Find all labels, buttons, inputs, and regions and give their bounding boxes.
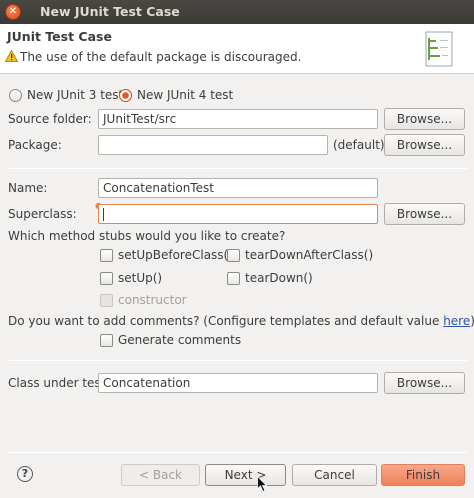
package-label: Package:	[8, 138, 62, 152]
package-browse-button[interactable]: Browse...	[384, 134, 465, 156]
junit3-label: New JUnit 3 test	[27, 88, 124, 102]
name-field[interactable]: ConcatenationTest	[98, 178, 378, 198]
wizard-banner: JUnit Test Case The use of the default p…	[0, 24, 474, 74]
mouse-pointer-icon	[257, 476, 267, 492]
junit4-label: New JUnit 4 test	[137, 88, 234, 102]
superclass-label: Superclass:	[8, 207, 77, 221]
stubs-question: Which method stubs would you like to cre…	[8, 229, 286, 243]
text-caret	[103, 208, 104, 221]
class-under-test-label: Class under test:	[8, 376, 110, 390]
generate-comments-label: Generate comments	[118, 333, 242, 347]
comments-question-text: Do you want to add comments? (Configure …	[8, 314, 444, 328]
configure-templates-link[interactable]: here	[443, 314, 470, 328]
junit-wizard-icon	[425, 31, 453, 67]
help-icon[interactable]: ?	[17, 466, 33, 482]
separator-middle	[7, 360, 467, 361]
setup-label: setUp()	[118, 271, 163, 285]
package-field[interactable]	[98, 135, 328, 155]
source-folder-browse-button[interactable]: Browse...	[384, 108, 465, 130]
setup-checkbox[interactable]	[100, 272, 113, 285]
banner-title: JUnit Test Case	[7, 29, 112, 44]
teardownafterclass-checkbox[interactable]	[227, 249, 240, 262]
name-label: Name:	[8, 181, 48, 195]
superclass-field[interactable]	[98, 204, 378, 224]
junit3-radio[interactable]	[9, 89, 22, 102]
comments-question-close: )	[470, 314, 474, 328]
constructor-label: constructor	[118, 293, 187, 307]
teardownafterclass-label: tearDownAfterClass()	[245, 248, 374, 262]
comments-question: Do you want to add comments? (Configure …	[8, 314, 474, 328]
window-title: New JUnit Test Case	[40, 4, 180, 19]
separator-top	[7, 168, 467, 169]
close-icon[interactable]: ✕	[5, 4, 21, 20]
window-titlebar: ✕ New JUnit Test Case	[0, 0, 474, 24]
constructor-checkbox	[100, 294, 113, 307]
generate-comments-checkbox[interactable]	[100, 334, 113, 347]
next-button[interactable]: Next >	[205, 464, 286, 486]
teardown-checkbox[interactable]	[227, 272, 240, 285]
cancel-button[interactable]: Cancel	[292, 464, 377, 486]
setupbeforeclass-checkbox[interactable]	[100, 249, 113, 262]
class-under-test-browse-button[interactable]: Browse...	[384, 372, 465, 394]
setupbeforeclass-label: setUpBeforeClass()	[118, 248, 233, 262]
back-button[interactable]: < Back	[121, 464, 200, 486]
class-under-test-field[interactable]: Concatenation	[98, 373, 378, 393]
banner-message: The use of the default package is discou…	[20, 50, 302, 64]
separator-bottom	[7, 452, 467, 453]
source-folder-field[interactable]: JUnitTest/src	[98, 109, 378, 129]
package-default-label: (default)	[333, 138, 385, 152]
superclass-browse-button[interactable]: Browse...	[384, 203, 465, 225]
teardown-label: tearDown()	[245, 271, 313, 285]
junit4-radio[interactable]	[119, 89, 132, 102]
source-folder-label: Source folder:	[8, 112, 92, 126]
warning-icon	[5, 50, 18, 62]
finish-button[interactable]: Finish	[381, 464, 465, 486]
